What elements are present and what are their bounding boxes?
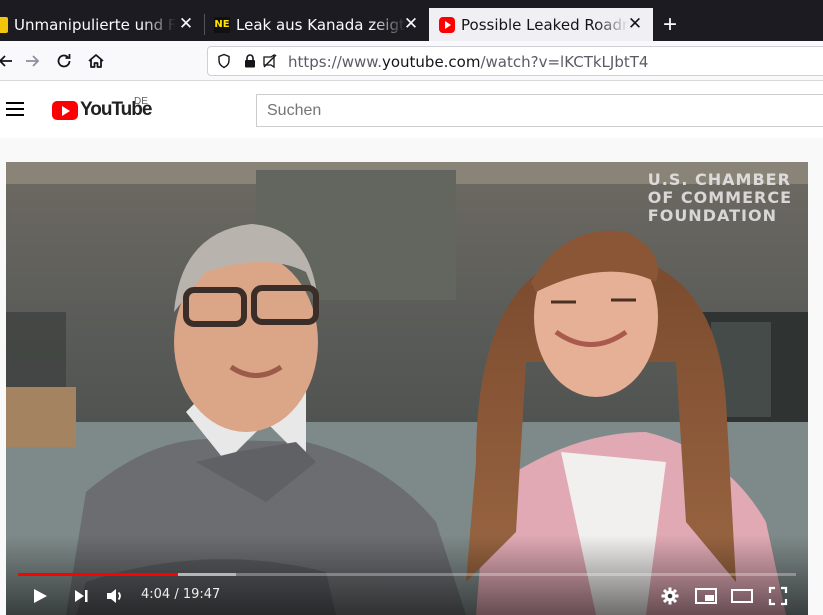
back-button[interactable]	[0, 49, 18, 73]
youtube-play-logo-icon	[52, 100, 78, 120]
forward-button[interactable]	[20, 49, 44, 73]
menu-icon[interactable]	[6, 102, 24, 116]
navigation-toolbar: https://www.youtube.com/watch?v=lKCTkLJb…	[0, 41, 823, 81]
mute-button[interactable]	[103, 584, 127, 608]
time-display: 4:04 / 19:47	[141, 587, 221, 602]
search-input[interactable]	[257, 95, 823, 126]
miniplayer-button[interactable]	[694, 584, 718, 608]
news-favicon-icon	[0, 16, 8, 33]
reload-icon	[57, 54, 71, 68]
country-code: DE	[134, 96, 148, 107]
window-top-strip	[0, 0, 823, 8]
home-icon	[88, 54, 104, 68]
tab-title: Unmanipulierte und Freie	[14, 15, 176, 34]
shield-icon[interactable]	[216, 53, 232, 69]
tab-close-icon[interactable]: ✕	[403, 16, 419, 33]
tab-leak-kanada[interactable]: NE Leak aus Kanada zeigt die ✕	[205, 8, 429, 41]
home-button[interactable]	[84, 49, 108, 73]
fullscreen-icon	[768, 586, 788, 606]
volume-icon	[107, 589, 121, 603]
ne-favicon-icon: NE	[214, 16, 230, 33]
settings-button[interactable]	[658, 584, 682, 608]
skip-next-icon	[75, 590, 88, 602]
progress-played	[18, 573, 179, 576]
progress-bar[interactable]	[18, 573, 796, 576]
tab-close-icon[interactable]: ✕	[178, 16, 194, 33]
play-icon	[34, 589, 47, 603]
tab-unmanipulierte[interactable]: Unmanipulierte und Freie ✕	[0, 8, 204, 41]
lock-icon[interactable]	[242, 53, 258, 69]
youtube-favicon-icon	[439, 16, 455, 33]
address-bar[interactable]: https://www.youtube.com/watch?v=lKCTkLJb…	[207, 46, 823, 76]
theater-mode-icon	[731, 589, 753, 603]
next-button[interactable]	[69, 584, 93, 608]
tab-close-icon[interactable]: ✕	[627, 16, 643, 33]
tab-bar: Unmanipulierte und Freie ✕ NE Leak aus K…	[0, 8, 823, 41]
gear-icon	[661, 587, 679, 605]
theater-mode-button[interactable]	[730, 584, 754, 608]
play-button[interactable]	[28, 584, 52, 608]
reload-button[interactable]	[52, 49, 76, 73]
forward-arrow-icon	[26, 55, 40, 67]
video-player[interactable]: U.S. CHAMBER OF COMMERCE FOUNDATION 4:04…	[6, 162, 808, 615]
fullscreen-button[interactable]	[766, 584, 790, 608]
url-text[interactable]: https://www.youtube.com/watch?v=lKCTkLJb…	[288, 53, 648, 71]
miniplayer-icon	[695, 588, 717, 604]
new-tab-button[interactable]: +	[656, 8, 684, 41]
youtube-logo[interactable]: YouTube DE	[52, 96, 152, 120]
search-box[interactable]	[256, 94, 823, 127]
back-arrow-icon	[0, 55, 12, 67]
tab-title: Possible Leaked Roadmap	[461, 15, 629, 34]
tab-possible-leaked-roadmap[interactable]: Possible Leaked Roadmap ✕	[429, 8, 653, 41]
tab-title: Leak aus Kanada zeigt die	[236, 15, 406, 34]
youtube-header: YouTube DE	[0, 82, 823, 138]
channel-watermark: U.S. CHAMBER OF COMMERCE FOUNDATION	[647, 170, 792, 225]
autoplay-blocked-icon[interactable]	[262, 53, 278, 69]
